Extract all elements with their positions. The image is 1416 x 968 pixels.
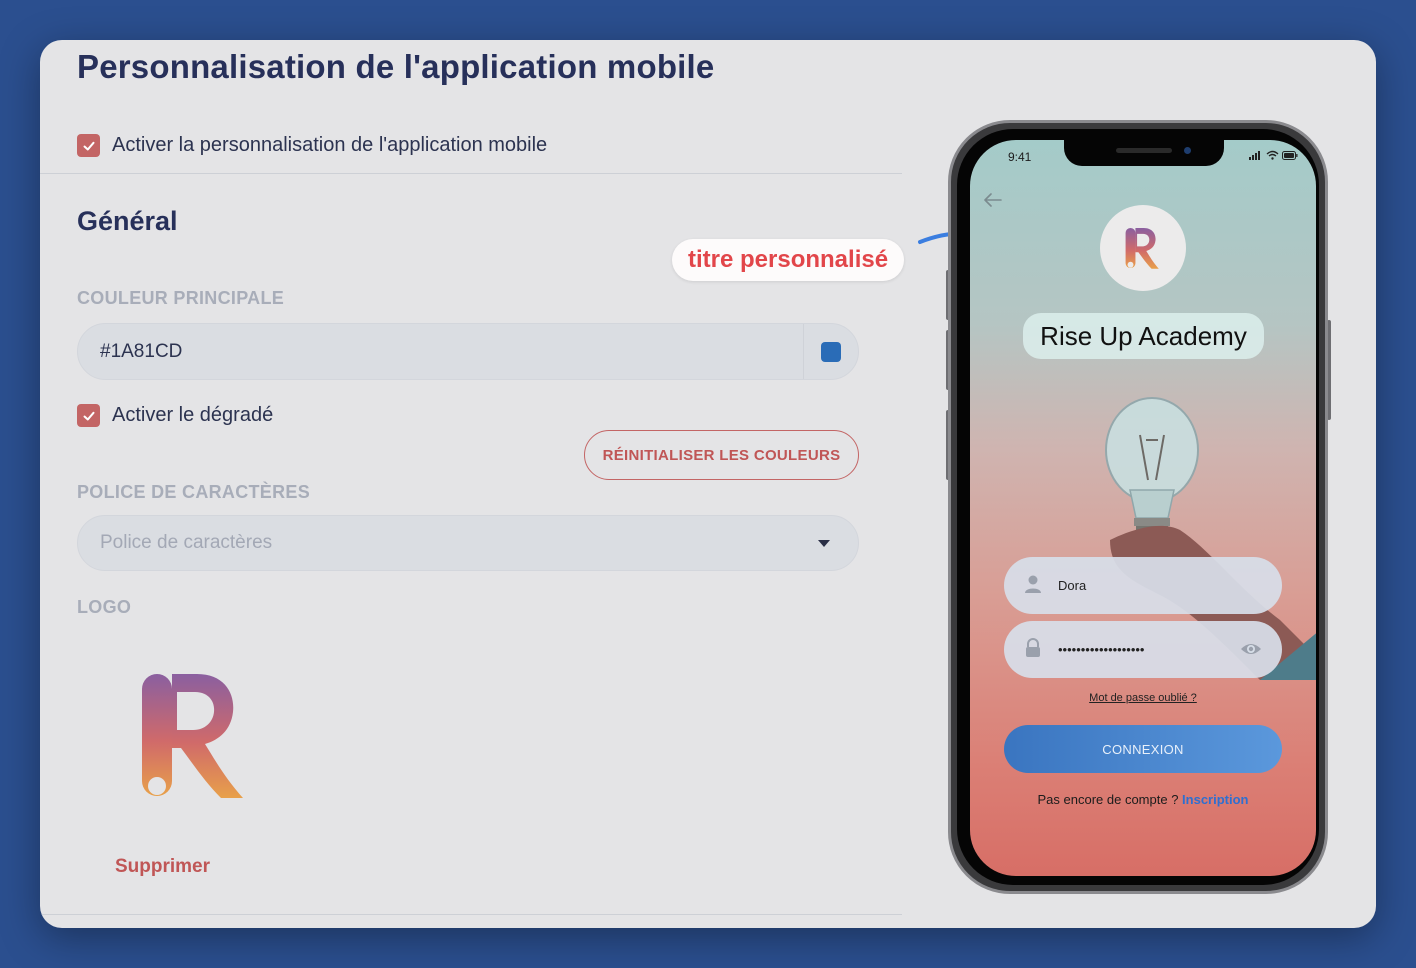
login-button[interactable]: CONNEXION	[1004, 725, 1282, 773]
signup-link[interactable]: Inscription	[1182, 792, 1248, 807]
enable-customization-checkbox[interactable]: Activer la personnalisation de l'applica…	[77, 134, 547, 157]
divider	[40, 173, 902, 174]
enable-gradient-checkbox[interactable]: Activer le dégradé	[77, 404, 273, 427]
phone-screen: 9:41 Rise Up Academy Dora ••••••••••••••…	[970, 140, 1316, 876]
user-icon	[1025, 575, 1041, 593]
reset-colors-button[interactable]: RÉINITIALISER LES COULEURS	[584, 430, 859, 480]
app-logo	[1100, 205, 1186, 291]
main-color-input[interactable]: #1A81CD	[77, 323, 859, 380]
main-color-value[interactable]: #1A81CD	[78, 324, 804, 379]
color-swatch[interactable]	[821, 341, 841, 362]
enable-customization-label: Activer la personnalisation de l'applica…	[112, 134, 548, 156]
font-label: POLICE DE CARACTÈRES	[77, 482, 311, 502]
battery-icon	[1282, 150, 1298, 160]
caret-down-icon	[818, 540, 830, 547]
delete-logo-link[interactable]: Supprimer	[115, 856, 210, 878]
password-value[interactable]: •••••••••••••••••••	[1058, 642, 1144, 657]
app-title: Rise Up Academy	[1023, 313, 1264, 359]
phone-mockup: 9:41 Rise Up Academy Dora ••••••••••••••…	[948, 120, 1328, 894]
username-input[interactable]: Dora	[1004, 557, 1282, 614]
phone-notch	[1064, 140, 1224, 166]
back-arrow-icon[interactable]	[984, 190, 1002, 213]
divider	[40, 914, 902, 915]
forgot-password-link[interactable]: Mot de passe oublié ?	[970, 692, 1316, 704]
phone-bezel: 9:41 Rise Up Academy Dora ••••••••••••••…	[957, 129, 1319, 885]
password-input[interactable]: •••••••••••••••••••	[1004, 621, 1282, 678]
r-logo-icon	[1125, 227, 1159, 269]
lock-icon	[1026, 638, 1040, 657]
status-time: 9:41	[1008, 150, 1032, 164]
signal-icon	[1249, 151, 1260, 160]
settings-card: Personnalisation de l'application mobile…	[40, 40, 1376, 928]
signup-row: Pas encore de compte ? Inscription	[970, 792, 1316, 807]
r-logo-icon	[142, 674, 243, 798]
no-account-text: Pas encore de compte ?	[1037, 792, 1183, 807]
camera-icon	[1184, 147, 1191, 154]
logo-label: LOGO	[77, 597, 132, 617]
eye-icon	[1241, 644, 1261, 654]
annotation-label: titre personnalisé	[672, 239, 905, 281]
speaker-icon	[1116, 148, 1172, 153]
enable-gradient-label: Activer le dégradé	[112, 404, 274, 426]
logo-preview	[125, 660, 265, 810]
username-value[interactable]: Dora	[1058, 578, 1086, 593]
wifi-icon	[1266, 150, 1279, 160]
check-icon[interactable]	[77, 134, 100, 157]
color-picker-button[interactable]	[804, 324, 858, 379]
status-icons	[1249, 150, 1298, 160]
main-color-label: COULEUR PRINCIPALE	[77, 288, 285, 308]
section-title-general: Général	[77, 206, 178, 236]
font-select-placeholder: Police de caractères	[100, 532, 273, 553]
page-title: Personnalisation de l'application mobile	[77, 48, 715, 85]
font-select[interactable]: Police de caractères	[77, 515, 859, 571]
check-icon[interactable]	[77, 404, 100, 427]
